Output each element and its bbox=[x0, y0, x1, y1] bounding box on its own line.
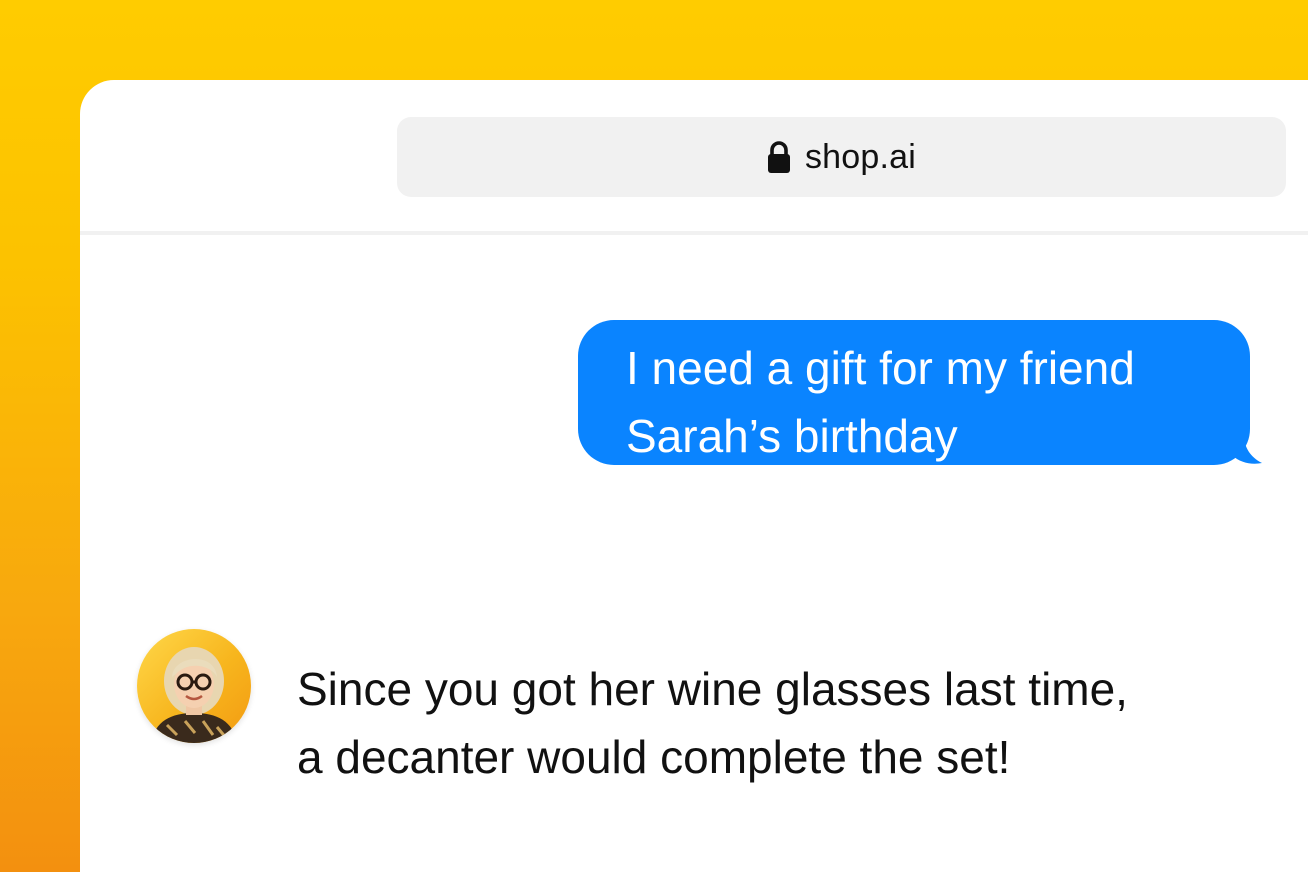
assistant-message-text: Since you got her wine glasses last time… bbox=[297, 663, 1128, 783]
address-bar[interactable]: shop.ai bbox=[397, 117, 1286, 197]
bubble-tail bbox=[1232, 435, 1262, 464]
assistant-avatar bbox=[137, 629, 251, 743]
url-text: shop.ai bbox=[804, 137, 917, 176]
user-message-bubble: I need a gift for my friend Sarah’s birt… bbox=[578, 320, 1262, 465]
browser-window: shop.ai I need a gift for my friend Sara… bbox=[80, 80, 1308, 872]
chat-thread: I need a gift for my friend Sarah’s birt… bbox=[80, 235, 1308, 872]
user-message-text: I need a gift for my friend Sarah’s birt… bbox=[626, 342, 1135, 462]
lock-icon bbox=[767, 140, 791, 174]
browser-toolbar: shop.ai bbox=[80, 80, 1308, 235]
